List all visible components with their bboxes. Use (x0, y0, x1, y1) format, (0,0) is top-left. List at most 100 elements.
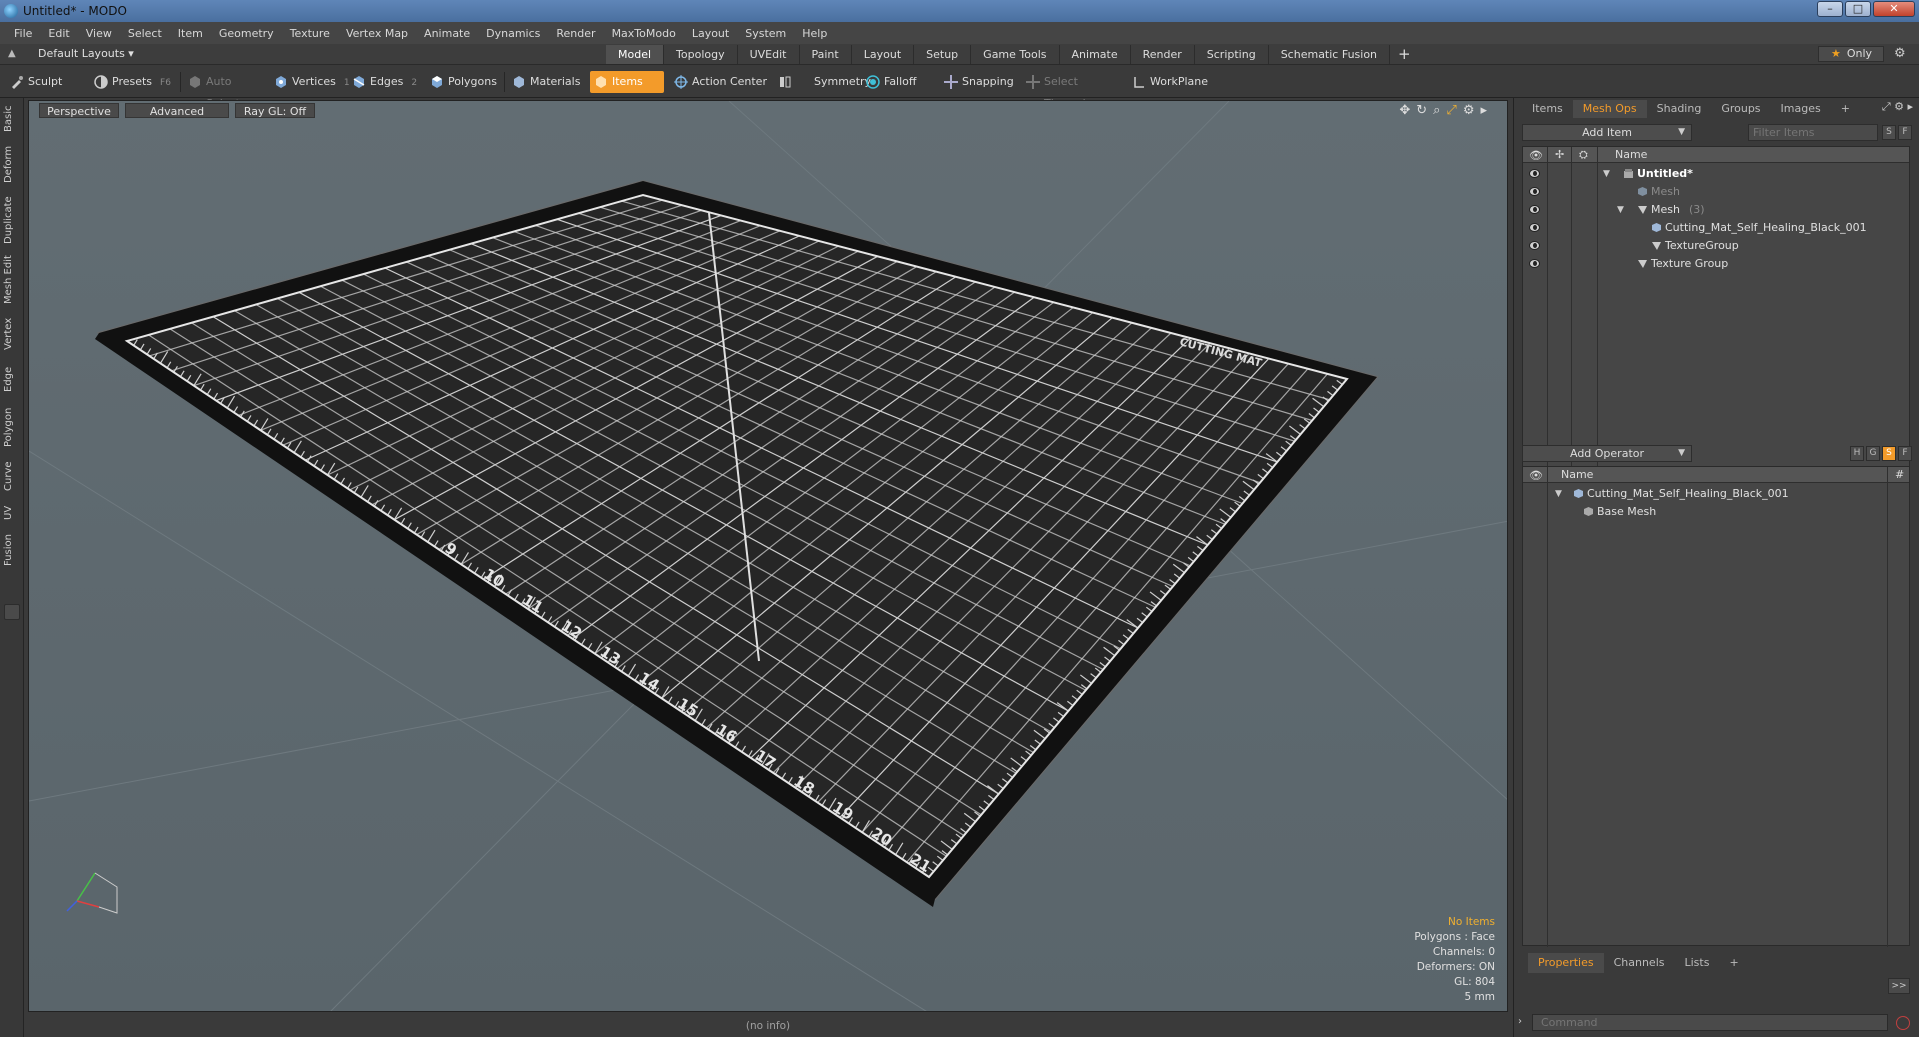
tab-model[interactable]: Model (606, 45, 665, 64)
eye-icon[interactable] (1529, 223, 1540, 232)
rotate-icon[interactable]: ↻ (1416, 103, 1427, 118)
auto-select-button[interactable]: Auto Select (184, 71, 268, 110)
minimize-button[interactable]: – (1817, 1, 1843, 17)
operator-row-base-mesh[interactable]: Base Mesh (1523, 503, 1909, 521)
vtab-edge[interactable]: Edge (3, 362, 21, 396)
vtab-fusion[interactable]: Fusion (3, 530, 21, 570)
f-toggle-button[interactable]: F (1898, 125, 1912, 140)
name-column-header[interactable]: Name (1615, 148, 1647, 161)
advanced-button[interactable]: Advanced (125, 103, 229, 118)
menu-layout[interactable]: Layout (684, 27, 737, 40)
tree-row-mesh-disabled[interactable]: Mesh (1523, 183, 1909, 201)
polygons-button[interactable]: Polygons (426, 71, 500, 93)
tab-channels[interactable]: Channels (1604, 953, 1675, 973)
vtab-polygon[interactable]: Polygon (3, 404, 21, 450)
tab-paint[interactable]: Paint (799, 45, 852, 64)
vtab-duplicate[interactable]: Duplicate (3, 194, 21, 246)
vertices-button[interactable]: Vertices 1 (270, 71, 350, 93)
tab-properties[interactable]: Properties (1528, 953, 1604, 973)
tab-mesh-ops[interactable]: Mesh Ops (1572, 100, 1647, 118)
menu-view[interactable]: View (78, 27, 120, 40)
action-center-button[interactable]: Action Center (670, 71, 770, 93)
materials-button[interactable]: Materials (508, 71, 588, 93)
tab-lists[interactable]: Lists (1675, 953, 1720, 973)
menu-animate[interactable]: Animate (416, 27, 478, 40)
tab-game-tools[interactable]: Game Tools (971, 45, 1060, 64)
eye-icon[interactable] (1529, 169, 1540, 178)
vtab-uv[interactable]: UV (3, 502, 21, 524)
tab-layout[interactable]: Layout (851, 45, 915, 64)
add-operator-dropdown[interactable]: Add Operator ▼ (1522, 445, 1692, 462)
vtab-curve[interactable]: Curve (3, 458, 21, 494)
g-toggle-button[interactable]: G (1866, 446, 1880, 461)
menu-file[interactable]: File (6, 27, 40, 40)
menu-vertex-map[interactable]: Vertex Map (338, 27, 416, 40)
menu-help[interactable]: Help (794, 27, 835, 40)
expand-icon[interactable]: ▼ (1555, 485, 1562, 503)
f-toggle-button[interactable]: F (1898, 446, 1912, 461)
menu-edit[interactable]: Edit (40, 27, 77, 40)
tab-scripting[interactable]: Scripting (1194, 45, 1269, 64)
h-toggle-button[interactable]: H (1850, 446, 1864, 461)
tab-setup[interactable]: Setup (914, 45, 972, 64)
tab-animate[interactable]: Animate (1059, 45, 1131, 64)
menu-item[interactable]: Item (170, 27, 211, 40)
fit-icon[interactable]: ⤢ (1446, 103, 1456, 118)
layout-select[interactable]: Default Layouts ▾ (38, 47, 134, 60)
tab-shading[interactable]: Shading (1647, 100, 1712, 118)
tree-row-untitled[interactable]: ▼ Untitled* (1523, 165, 1909, 183)
strip-toggle-button[interactable] (4, 604, 20, 620)
add-layout-button[interactable]: + (1390, 45, 1419, 64)
expand-icon[interactable]: ▼ (1603, 165, 1610, 183)
record-icon[interactable] (1896, 1016, 1910, 1030)
command-input[interactable] (1532, 1014, 1888, 1031)
menu-dynamics[interactable]: Dynamics (478, 27, 548, 40)
select-through-button[interactable]: Select Through (1022, 71, 1126, 110)
add-tab-button[interactable]: + (1831, 100, 1860, 118)
tab-items[interactable]: Items (1522, 100, 1573, 118)
filter-items-input[interactable] (1748, 124, 1878, 141)
viewport-canvas[interactable]: 9101112131415161718192021 CUTTING MAT (29, 101, 1508, 1012)
tab-groups[interactable]: Groups (1711, 100, 1770, 118)
workplane-button[interactable]: WorkPlane (1128, 71, 1212, 93)
panel-options-icon[interactable]: ⤢ ⚙ ▸ (1882, 100, 1913, 114)
menu-select[interactable]: Select (120, 27, 170, 40)
add-tab-button[interactable]: + (1719, 953, 1748, 973)
falloff-button[interactable]: Falloff (862, 71, 938, 93)
gear-icon[interactable]: ⚙ (1894, 46, 1906, 61)
raygl-button[interactable]: Ray GL: Off (235, 103, 315, 118)
symmetry-button[interactable]: Symmetry (774, 71, 871, 93)
items-button[interactable]: Items (590, 71, 664, 93)
close-button[interactable]: ✕ (1873, 1, 1915, 17)
menu-system[interactable]: System (737, 27, 794, 40)
tab-uvedit[interactable]: UVEdit (737, 45, 800, 64)
viewport-menu-icon[interactable]: ▸ (1480, 103, 1487, 118)
eye-icon[interactable] (1529, 187, 1540, 196)
edges-button[interactable]: Edges 2 (348, 71, 424, 93)
tab-images[interactable]: Images (1771, 100, 1831, 118)
operator-row-cutting-mat[interactable]: ▼ Cutting_Mat_Self_Healing_Black_001 (1523, 485, 1909, 503)
s-toggle-button[interactable]: S (1882, 446, 1896, 461)
vtab-basic[interactable]: Basic (3, 104, 21, 134)
vtab-mesh-edit[interactable]: Mesh Edit (3, 254, 21, 306)
expand-icon[interactable]: ▼ (1617, 201, 1624, 219)
vtab-deform[interactable]: Deform (3, 144, 21, 184)
tree-row-texture-group[interactable]: Texture Group (1523, 255, 1909, 273)
expand-properties-button[interactable]: >> (1888, 978, 1910, 994)
snapping-button[interactable]: Snapping (940, 71, 1020, 93)
presets-button[interactable]: Presets F6 (90, 71, 176, 93)
zoom-icon[interactable]: ⌕ (1433, 103, 1440, 118)
s-toggle-button[interactable]: S (1882, 125, 1896, 140)
tab-topology[interactable]: Topology (664, 45, 738, 64)
viewport-gear-icon[interactable]: ⚙ (1463, 103, 1475, 118)
tab-render[interactable]: Render (1130, 45, 1195, 64)
perspective-button[interactable]: Perspective (39, 103, 119, 118)
menu-render[interactable]: Render (548, 27, 603, 40)
tab-schematic-fusion[interactable]: Schematic Fusion (1268, 45, 1391, 64)
eye-icon[interactable] (1529, 241, 1540, 250)
vtab-vertex[interactable]: Vertex (3, 314, 21, 354)
pan-icon[interactable]: ✥ (1399, 103, 1410, 118)
tree-row-mesh-group[interactable]: ▼ Mesh (3) (1523, 201, 1909, 219)
layout-toggle-icon[interactable]: ▲ (8, 48, 16, 59)
maximize-button[interactable]: □ (1845, 1, 1871, 17)
